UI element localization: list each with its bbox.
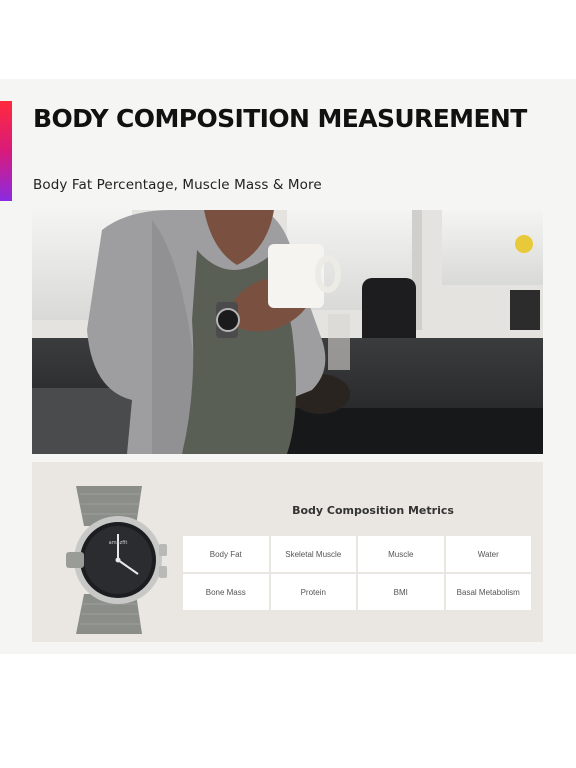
metric-cell: Muscle [358,536,444,572]
page-title: BODY COMPOSITION MEASUREMENT [33,104,527,133]
metric-cell: Basal Metabolism [445,574,531,610]
metric-cell: Skeletal Muscle [270,536,356,572]
page-subtitle: Body Fat Percentage, Muscle Mass & More [33,177,322,193]
svg-text:amazfit: amazfit [109,540,128,546]
metric-cell: BMI [358,574,444,610]
smartwatch-image: amazfit [66,486,167,634]
metrics-title: Body Composition Metrics [292,504,454,517]
metric-cell: Body Fat [183,536,269,572]
metric-cell: Protein [270,574,356,610]
accent-bar [0,101,12,201]
metric-cell: Bone Mass [183,574,269,610]
metrics-card: amazfit Body Composition Metrics Body Fa… [32,462,543,642]
lifestyle-photo [32,210,543,454]
metrics-grid: Body Fat Skeletal Muscle Muscle Water Bo… [183,536,531,610]
metric-cell: Water [445,536,531,572]
